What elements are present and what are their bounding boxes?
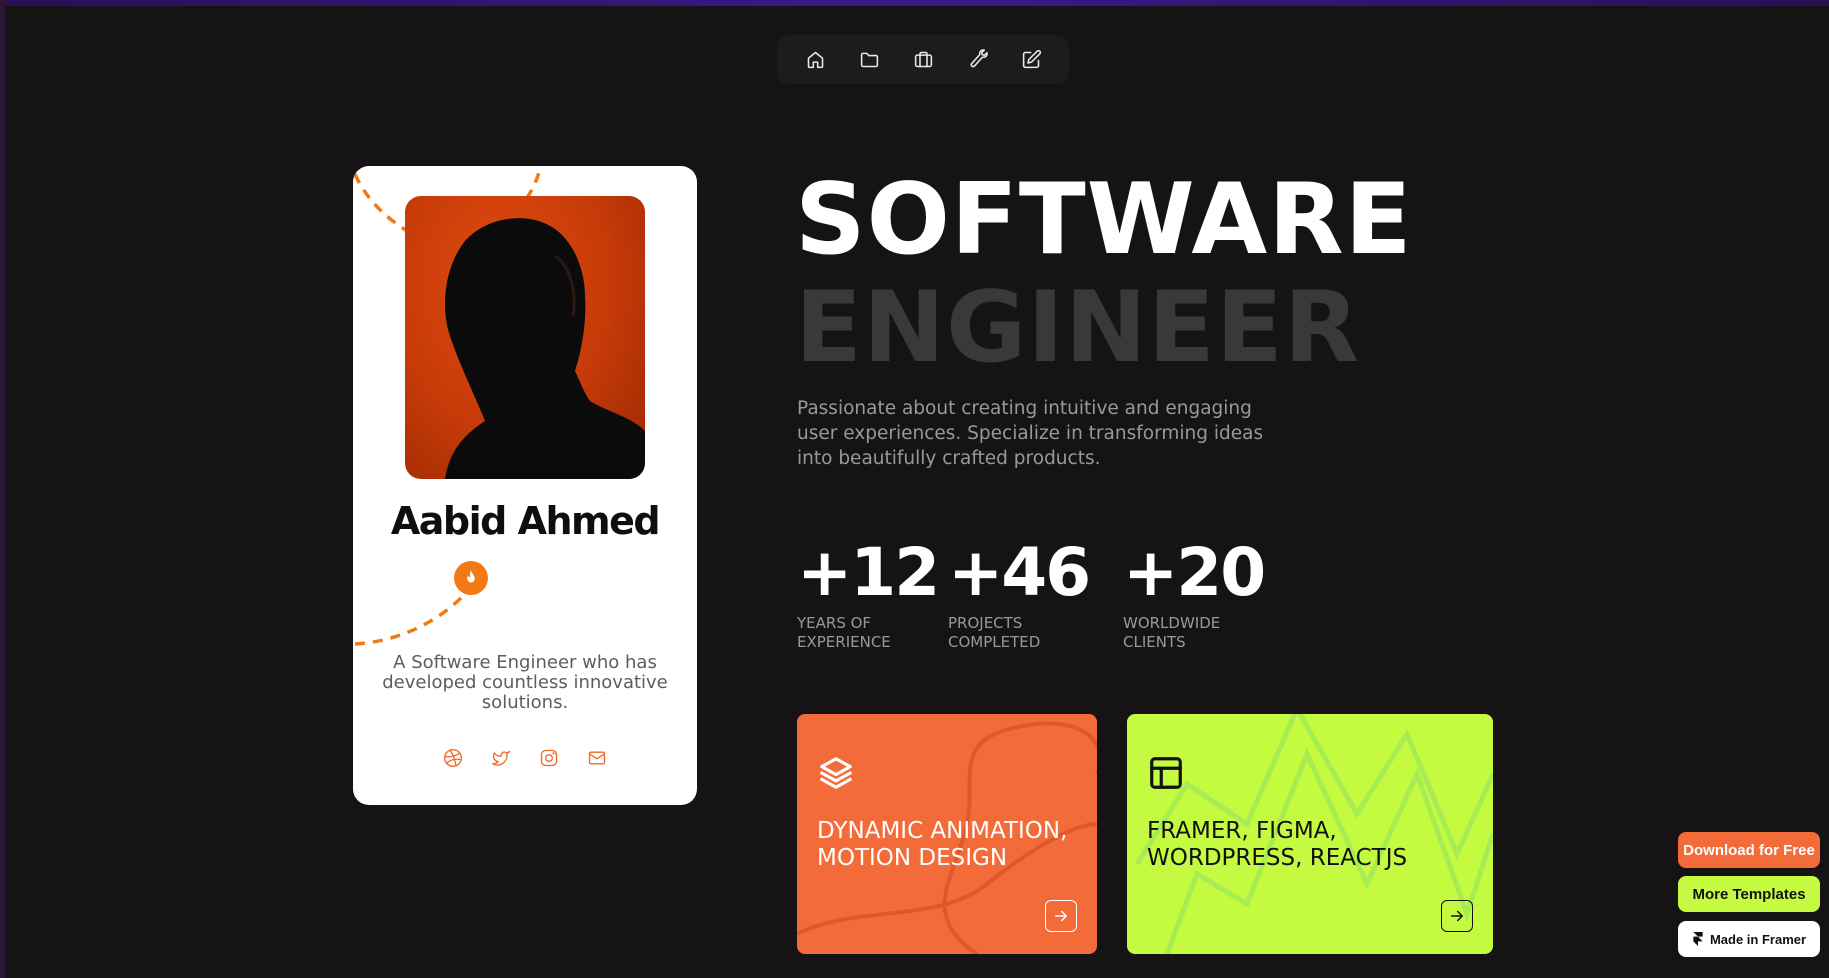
service-title-line-1: FRAMER, FIGMA, bbox=[1147, 818, 1337, 844]
profile-card: Aabid Ahmed A Software Engineer who has … bbox=[353, 166, 697, 805]
edit-icon bbox=[1022, 49, 1041, 69]
framer-logo-icon bbox=[1693, 932, 1703, 946]
briefcase-icon bbox=[914, 51, 932, 68]
profile-portrait bbox=[405, 196, 645, 479]
stat-label-line-2: COMPLETED bbox=[948, 633, 1041, 651]
service-title-line-1: DYNAMIC ANIMATION, bbox=[817, 818, 1068, 844]
download-for-free-button[interactable]: Download for Free bbox=[1678, 832, 1820, 868]
more-templates-button[interactable]: More Templates bbox=[1678, 876, 1820, 912]
stat-value: +46 bbox=[948, 534, 1091, 611]
service-title-line-2: MOTION DESIGN bbox=[817, 845, 1008, 871]
folder-icon bbox=[860, 52, 878, 68]
hero-title-line-2: ENGINEER bbox=[795, 271, 1361, 385]
stat-value: +12 bbox=[797, 534, 940, 611]
stat-label-line-2: CLIENTS bbox=[1123, 633, 1186, 651]
service-title: FRAMER, FIGMA, WORDPRESS, REACTJS bbox=[1147, 818, 1467, 872]
mail-icon bbox=[588, 751, 606, 765]
made-in-framer-button[interactable]: Made in Framer bbox=[1678, 921, 1820, 957]
top-nav bbox=[777, 35, 1069, 84]
stat-label-line-2: EXPERIENCE bbox=[797, 633, 891, 651]
stat-label-line-1: YEARS OF bbox=[797, 614, 872, 632]
service-card-animation[interactable]: DYNAMIC ANIMATION, MOTION DESIGN bbox=[797, 714, 1097, 954]
layout-icon bbox=[1147, 754, 1185, 792]
stat-label-line-1: WORLDWIDE bbox=[1123, 614, 1221, 632]
hero-title-line-1: SOFTWARE bbox=[795, 163, 1413, 277]
nav-contact-button[interactable] bbox=[1017, 46, 1045, 74]
stat-experience: +12 YEARS OF EXPERIENCE bbox=[797, 532, 940, 652]
service-title: DYNAMIC ANIMATION, MOTION DESIGN bbox=[817, 818, 1087, 872]
service-arrow-button[interactable] bbox=[1441, 900, 1473, 932]
nav-home-button[interactable] bbox=[801, 46, 829, 74]
profile-name: Aabid Ahmed bbox=[390, 499, 661, 543]
nav-tools-button[interactable] bbox=[963, 46, 991, 74]
arrow-right-icon bbox=[1055, 910, 1067, 922]
portrait-silhouette bbox=[445, 218, 645, 479]
hero-description: Passionate about creating intuitive and … bbox=[797, 398, 1264, 469]
mail-link[interactable] bbox=[587, 748, 607, 768]
stat-clients: +20 WORLDWIDE CLIENTS bbox=[1123, 532, 1266, 652]
service-title-line-2: WORDPRESS, REACTJS bbox=[1147, 845, 1408, 871]
service-card-tools[interactable]: FRAMER, FIGMA, WORDPRESS, REACTJS bbox=[1127, 714, 1493, 954]
profile-bio: A Software Engineer who has developed co… bbox=[382, 652, 668, 713]
instagram-link[interactable] bbox=[539, 748, 559, 768]
dribbble-icon bbox=[444, 749, 462, 767]
instagram-icon bbox=[540, 749, 558, 767]
service-arrow-button[interactable] bbox=[1045, 900, 1077, 932]
top-accent-bar bbox=[0, 0, 1829, 6]
social-links bbox=[353, 748, 697, 768]
dribbble-link[interactable] bbox=[443, 748, 463, 768]
wrench-icon bbox=[970, 49, 988, 68]
twitter-icon bbox=[492, 750, 510, 766]
left-edge-bar bbox=[0, 0, 5, 978]
layers-icon bbox=[817, 754, 855, 792]
nav-experience-button[interactable] bbox=[909, 46, 937, 74]
stat-label-line-1: PROJECTS bbox=[948, 614, 1023, 632]
home-icon bbox=[807, 51, 823, 69]
made-in-framer-label: Made in Framer bbox=[1709, 931, 1807, 947]
fire-badge bbox=[454, 561, 488, 595]
twitter-link[interactable] bbox=[491, 748, 511, 768]
nav-projects-button[interactable] bbox=[855, 46, 883, 74]
stat-value: +20 bbox=[1123, 534, 1266, 611]
stat-projects: +46 PROJECTS COMPLETED bbox=[948, 532, 1091, 652]
fire-icon bbox=[467, 570, 475, 583]
arrow-right-icon bbox=[1451, 910, 1463, 922]
